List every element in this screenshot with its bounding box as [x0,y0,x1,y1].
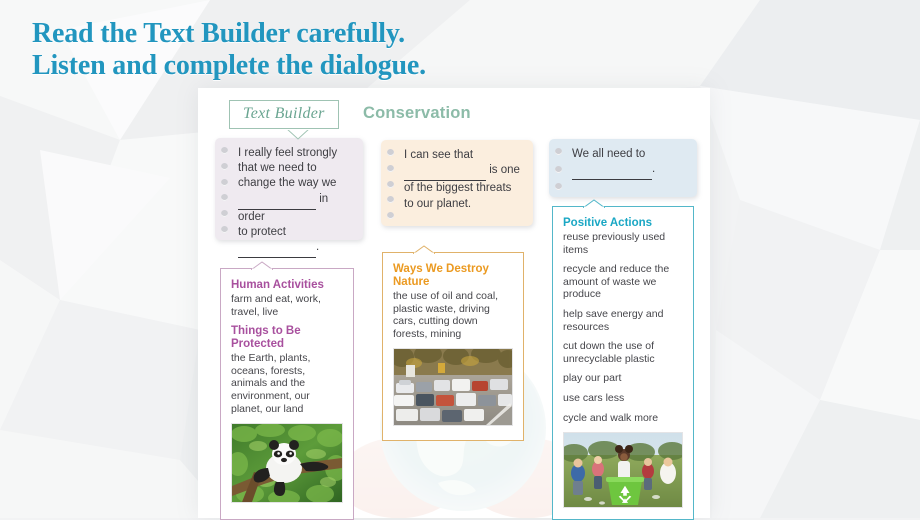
card-ways-heading: Ways We Destroy Nature [393,263,489,288]
card-human-body-1: farm and eat, work, travel, live [231,293,321,318]
note-3-text: We all need to . [549,139,697,188]
note-1-line-5: to protect [238,226,286,239]
note-2-line-2: is one [404,163,525,182]
card-human-activities: Human Activities farm and eat, work, tra… [220,261,354,520]
page-title: Read the Text Builder carefully. Listen … [32,18,426,82]
note-1-line-6: . [238,240,355,259]
children-recycling-photo [563,432,683,509]
card-notch-icon [250,261,274,271]
panda-photo [231,423,343,504]
note-1-line-3: change the way we [238,177,337,190]
note-1-line-2: that we need to [238,162,317,175]
note-3-line-2: . [572,162,689,181]
dialogue-note-3: We all need to . [549,139,697,197]
dialogue-note-2: I can see that is one of the biggest thr… [381,140,533,226]
note-2-text: I can see that is one of the biggest thr… [381,140,533,220]
note-binding-holes-icon [555,148,564,190]
note-1-line-4: in order [238,192,329,223]
tag-tail-icon [287,129,309,140]
traffic-jam-photo [393,348,513,427]
card-human-body-2: the Earth, plants, oceans, forests, anim… [231,352,311,415]
note-2-line-3: of the biggest threats [404,182,512,195]
card-positive-item-5: play our part [563,372,622,385]
note-1-line-1: I really feel strongly [238,147,338,159]
card-positive-item-1: reuse previously used items [563,231,666,256]
card-positive-item-7: cycle and walk more [563,411,659,424]
note-2-line-1: I can see that [404,149,474,161]
card-positive-item-6: use cars less [563,391,625,404]
card-positive-item-4: cut down the use of unrecyclable plastic [563,340,655,365]
card-positive-item-2: recycle and reduce the amount of waste w… [563,263,670,301]
topic-heading: Conservation [363,104,471,122]
card-human-heading-2: Things to Be Protected [231,325,301,351]
note-binding-holes-icon [387,149,396,219]
page-title-line-2: Listen and complete the dialogue. [32,50,426,81]
card-positive-item-3: help save energy and resources [563,307,664,333]
card-ways-body: the use of oil and coal, plastic waste, … [393,290,499,340]
text-builder-label: Text Builder [229,100,339,129]
card-positive-actions: Positive Actions reuse previously used i… [552,199,694,520]
note-binding-holes-icon [221,147,230,233]
card-notch-icon [412,245,436,255]
page-title-line-1: Read the Text Builder carefully. [32,18,405,49]
note-2-line-4: to our planet. [404,197,472,210]
note-1-text: I really feel strongly that we need to c… [215,138,363,266]
card-positive-heading: Positive Actions [563,217,653,229]
note-3-line-1: We all need to [572,148,646,160]
dialogue-note-1: I really feel strongly that we need to c… [215,138,363,259]
card-ways-we-destroy-nature: Ways We Destroy Nature the use of oil an… [382,245,524,441]
text-builder-tag: Text Builder [229,100,339,140]
card-human-heading-1: Human Activities [231,279,324,291]
card-notch-icon [582,199,606,209]
